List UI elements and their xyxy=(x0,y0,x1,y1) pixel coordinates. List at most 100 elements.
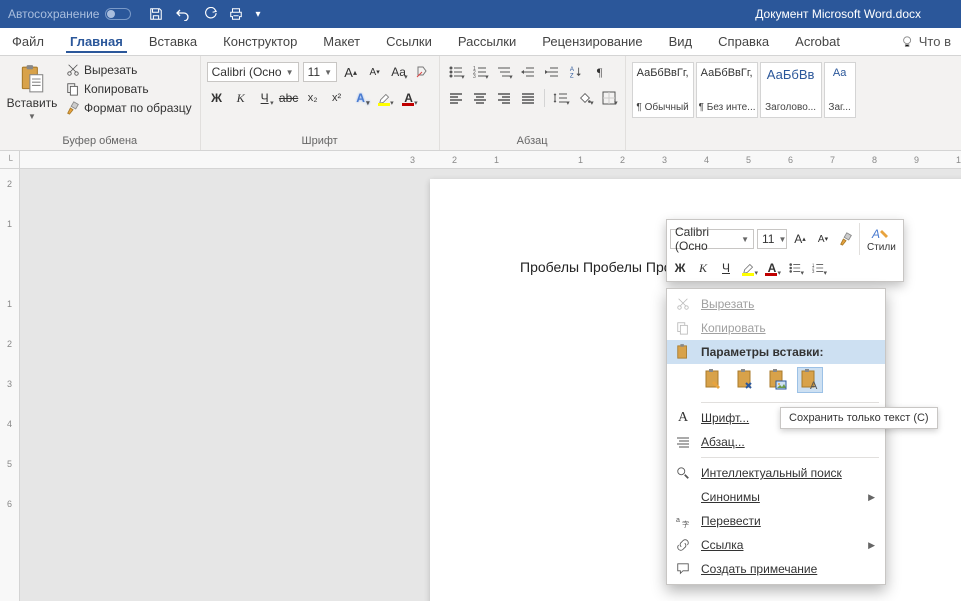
quick-print-icon[interactable] xyxy=(229,7,243,21)
tab-file[interactable]: Файл xyxy=(8,30,48,53)
mini-italic[interactable]: К xyxy=(693,258,713,278)
ctx-translate[interactable]: a字 Перевести xyxy=(667,509,885,533)
copy-icon xyxy=(675,320,691,336)
line-spacing-button[interactable]: ▾ xyxy=(551,88,571,108)
style-normal[interactable]: АаБбВвГг, ¶ Обычный xyxy=(632,62,694,118)
chevron-down-icon: ▼ xyxy=(778,235,786,244)
mini-grow-font[interactable]: A▴ xyxy=(790,229,810,249)
autosave-toggle[interactable]: Автосохранение xyxy=(8,7,131,21)
style-heading2[interactable]: Аа Заг... xyxy=(824,62,856,118)
tab-insert[interactable]: Вставка xyxy=(145,30,201,53)
tell-me-label: Что в xyxy=(919,34,951,49)
numbered-list-button[interactable]: 123▾ xyxy=(470,62,490,82)
multilevel-list-button[interactable]: ▾ xyxy=(494,62,514,82)
align-center-button[interactable] xyxy=(470,88,490,108)
tell-me-search[interactable]: Что в xyxy=(901,34,951,49)
mini-format-painter[interactable] xyxy=(836,229,856,249)
clear-formatting-button[interactable] xyxy=(413,62,433,82)
ctx-copy[interactable]: Копировать xyxy=(667,316,885,340)
superscript-button[interactable]: x² xyxy=(327,88,347,108)
style-no-spacing[interactable]: АаБбВвГг, ¶ Без инте... xyxy=(696,62,758,118)
ctx-link-label: Ссылка xyxy=(701,538,743,552)
paste-picture[interactable] xyxy=(765,367,791,393)
tab-layout[interactable]: Макет xyxy=(319,30,364,53)
copy-icon xyxy=(66,82,80,96)
italic-button[interactable]: К xyxy=(231,88,251,108)
mini-shrink-font[interactable]: A▾ xyxy=(813,229,833,249)
increase-indent-button[interactable] xyxy=(542,62,562,82)
shrink-font-button[interactable]: A▾ xyxy=(365,62,385,82)
ctx-new-comment-label: Создать примечание xyxy=(701,562,817,576)
change-case-button[interactable]: Aa▾ xyxy=(389,62,409,82)
font-color-button[interactable]: A▾ xyxy=(399,88,419,108)
paste-button[interactable]: Вставить ▼ xyxy=(6,60,58,121)
mini-numbering[interactable]: 123▾ xyxy=(808,258,828,278)
mini-size-combo[interactable]: 11▼ xyxy=(757,229,787,249)
tooltip-keep-text-only: Сохранить только текст (C) xyxy=(780,407,938,429)
paste-merge[interactable] xyxy=(733,367,759,393)
tab-view[interactable]: Вид xyxy=(665,30,697,53)
ruler-corner[interactable]: └ xyxy=(0,151,20,169)
tab-help[interactable]: Справка xyxy=(714,30,773,53)
format-painter-button[interactable]: Формат по образцу xyxy=(64,100,194,116)
mini-styles-button[interactable]: A Стили xyxy=(863,226,900,253)
sort-icon: AZ xyxy=(569,65,583,79)
save-icon[interactable] xyxy=(149,7,163,21)
paste-keep-source[interactable] xyxy=(701,367,727,393)
horizontal-ruler[interactable]: 3 2 1 1 2 3 4 5 6 7 8 9 10 xyxy=(20,151,961,169)
borders-button[interactable]: ▾ xyxy=(599,88,619,108)
text-effects-button[interactable]: A▾ xyxy=(351,88,371,108)
mini-underline[interactable]: Ч xyxy=(716,258,736,278)
strikethrough-button[interactable]: abc xyxy=(279,88,299,108)
bullet-list-button[interactable]: ▾ xyxy=(446,62,466,82)
tab-design[interactable]: Конструктор xyxy=(219,30,301,53)
shading-button[interactable]: ▾ xyxy=(575,88,595,108)
mini-bold[interactable]: Ж xyxy=(670,258,690,278)
tab-mailings[interactable]: Рассылки xyxy=(454,30,520,53)
ctx-paragraph[interactable]: Абзац... xyxy=(667,430,885,454)
copy-button[interactable]: Копировать xyxy=(64,81,194,97)
tab-home[interactable]: Главная xyxy=(66,30,127,53)
tab-review[interactable]: Рецензирование xyxy=(538,30,646,53)
group-label-font: Шрифт xyxy=(207,133,433,150)
tab-references[interactable]: Ссылки xyxy=(382,30,436,53)
qat-more-icon[interactable]: ▾ xyxy=(255,9,260,20)
copy-label: Копировать xyxy=(84,82,149,96)
subscript-button[interactable]: x₂ xyxy=(303,88,323,108)
ctx-cut[interactable]: Вырезать xyxy=(667,292,885,316)
ctx-paragraph-label: Абзац... xyxy=(701,435,745,449)
font-size-combo[interactable]: 11▼ xyxy=(303,62,337,82)
ctx-new-comment[interactable]: Создать примечание xyxy=(667,557,885,581)
eraser-icon xyxy=(415,64,431,80)
mini-font-color[interactable]: A▾ xyxy=(762,258,782,278)
mini-highlight[interactable]: ▾ xyxy=(739,258,759,278)
ctx-link[interactable]: Ссылка ▶ xyxy=(667,533,885,557)
justify-button[interactable] xyxy=(518,88,538,108)
ctx-synonyms[interactable]: Синонимы ▶ xyxy=(667,485,885,509)
align-left-button[interactable] xyxy=(446,88,466,108)
highlight-button[interactable]: ▾ xyxy=(375,88,395,108)
bold-button[interactable]: Ж xyxy=(207,88,227,108)
highlight-color-swatch xyxy=(378,103,390,106)
autosave-label: Автосохранение xyxy=(8,7,99,21)
grow-font-button[interactable]: A▴ xyxy=(341,62,361,82)
sort-button[interactable]: AZ xyxy=(566,62,586,82)
style-heading1[interactable]: АаБбВв Заголово... xyxy=(760,62,822,118)
decrease-indent-button[interactable] xyxy=(518,62,538,82)
brush-icon xyxy=(839,232,853,246)
ctx-smart-lookup[interactable]: Интеллектуальный поиск xyxy=(667,461,885,485)
redo-icon[interactable] xyxy=(203,7,217,21)
font-name-combo[interactable]: Calibri (Осно▼ xyxy=(207,62,299,82)
undo-icon[interactable] xyxy=(175,7,191,21)
tab-acrobat[interactable]: Acrobat xyxy=(791,30,844,53)
underline-button[interactable]: Ч▾ xyxy=(255,88,275,108)
cut-button[interactable]: Вырезать xyxy=(64,62,194,78)
paste-label: Вставить xyxy=(7,96,58,110)
paste-text-only[interactable]: A xyxy=(797,367,823,393)
vertical-ruler[interactable]: 2 1 1 2 3 4 5 6 xyxy=(0,169,20,601)
mini-font-combo[interactable]: Calibri (Осно▼ xyxy=(670,229,754,249)
align-right-button[interactable] xyxy=(494,88,514,108)
show-hide-button[interactable]: ¶ xyxy=(590,62,610,82)
mini-bullets[interactable]: ▾ xyxy=(785,258,805,278)
group-styles: АаБбВвГг, ¶ Обычный АаБбВвГг, ¶ Без инте… xyxy=(626,56,862,150)
